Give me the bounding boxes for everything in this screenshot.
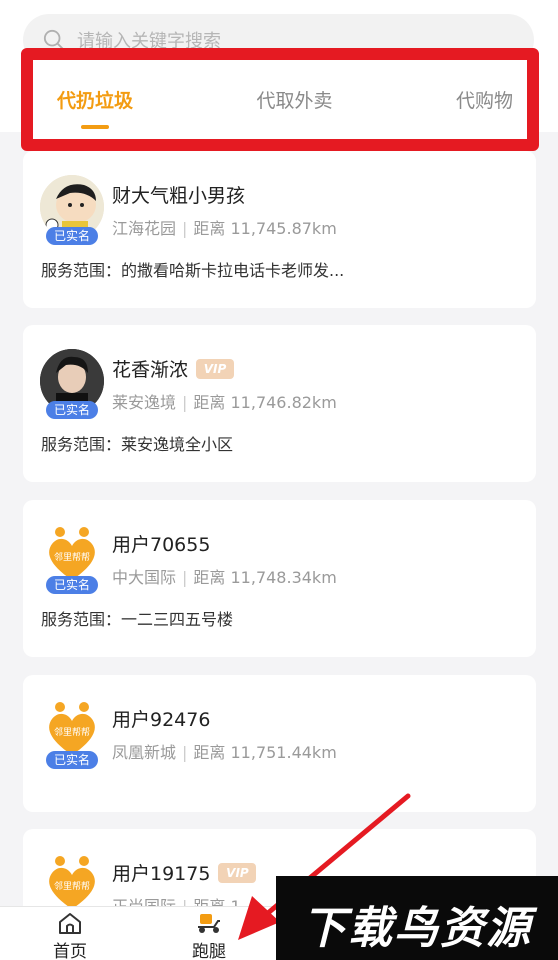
location-line: 中大国际 | 距离 11,748.34km [112,564,337,588]
verified-badge: 已实名 [46,227,98,245]
delivery-scooter-icon [198,914,220,933]
tab-takeout[interactable]: 代取外卖 [256,86,332,113]
location-name: 江海花园 [112,219,177,238]
distance: 距离 11,745.87km [193,219,337,238]
vip-badge: VIP [196,358,235,379]
avatar: 邻里帮帮 已实名 [40,524,104,594]
category-tabs: 代扔垃圾 代取外卖 代购物 [21,48,539,151]
tab-label: 代扔垃圾 [57,90,134,112]
tab-trash[interactable]: 代扔垃圾 [57,86,134,129]
tab-label: 代取外卖 [256,90,333,112]
user-name: 用户92476 [112,709,211,731]
list-item[interactable]: 已实名 财大气粗小男孩 江海花园 | 距离 11,745.87km 服务范围：的撒看… [23,151,536,308]
logo-text: 邻里帮帮 [54,551,90,563]
nav-home[interactable]: 首页 [20,907,120,960]
service-range: 服务范围：一二三四五号楼 [41,610,234,629]
list-item[interactable]: 邻里帮帮 已实名 用户70655 中大国际 | 距离 11,748.34km 服务范… [23,500,536,657]
location-line: 莱安逸境 | 距离 11,746.82km [112,389,337,413]
service-range: 服务范围：莱安逸境全小区 [41,435,234,454]
distance: 距离 11,746.82km [193,393,337,412]
active-tab-indicator [81,125,109,129]
distance: 距离 11,751.44km [193,743,337,762]
user-name: 花香渐浓 [112,359,189,381]
user-name: 用户70655 [112,534,211,556]
user-name: 财大气粗小男孩 [112,185,246,207]
user-name: 用户19175 [112,863,211,885]
verified-badge: 已实名 [46,576,98,594]
distance: 距离 11,748.34km [193,568,337,587]
home-icon [59,913,81,934]
avatar: 已实名 [40,349,104,419]
nav-label: 首页 [53,942,87,960]
watermark-text: 下载鸟资源 [302,903,532,954]
list-item[interactable]: 邻里帮帮 已实名 用户92476 凤凰新城 | 距离 11,751.44km [23,675,536,812]
nav-label: 跑腿 [192,942,226,960]
location-line: 江海花园 | 距离 11,745.87km [112,215,337,239]
divider: | [182,568,188,587]
tab-label: 代购物 [455,90,513,112]
verified-badge: 已实名 [46,401,98,419]
divider: | [182,743,188,762]
verified-badge: 已实名 [46,751,98,769]
watermark-logo: 下载鸟资源 [276,876,558,960]
vip-badge: VIP [218,862,257,883]
avatar: 已实名 [40,175,104,245]
logo-text: 邻里帮帮 [54,880,90,892]
location-name: 中大国际 [112,568,177,587]
service-range: 服务范围：的撒看哈斯卡拉电话卡老师发... [41,261,345,280]
tab-shopping[interactable]: 代购物 [456,86,513,113]
avatar: 邻里帮帮 已实名 [40,699,104,769]
nav-errand[interactable]: 跑腿 [159,907,259,960]
location-name: 莱安逸境 [112,393,177,412]
list-item[interactable]: 已实名 花香渐浓 VIP 莱安逸境 | 距离 11,746.82km 服务范围：莱安… [23,325,536,482]
location-line: 凤凰新城 | 距离 11,751.44km [112,739,337,763]
divider: | [182,393,188,412]
divider: | [182,219,188,238]
location-name: 凤凰新城 [112,743,177,762]
logo-text: 邻里帮帮 [54,726,90,738]
